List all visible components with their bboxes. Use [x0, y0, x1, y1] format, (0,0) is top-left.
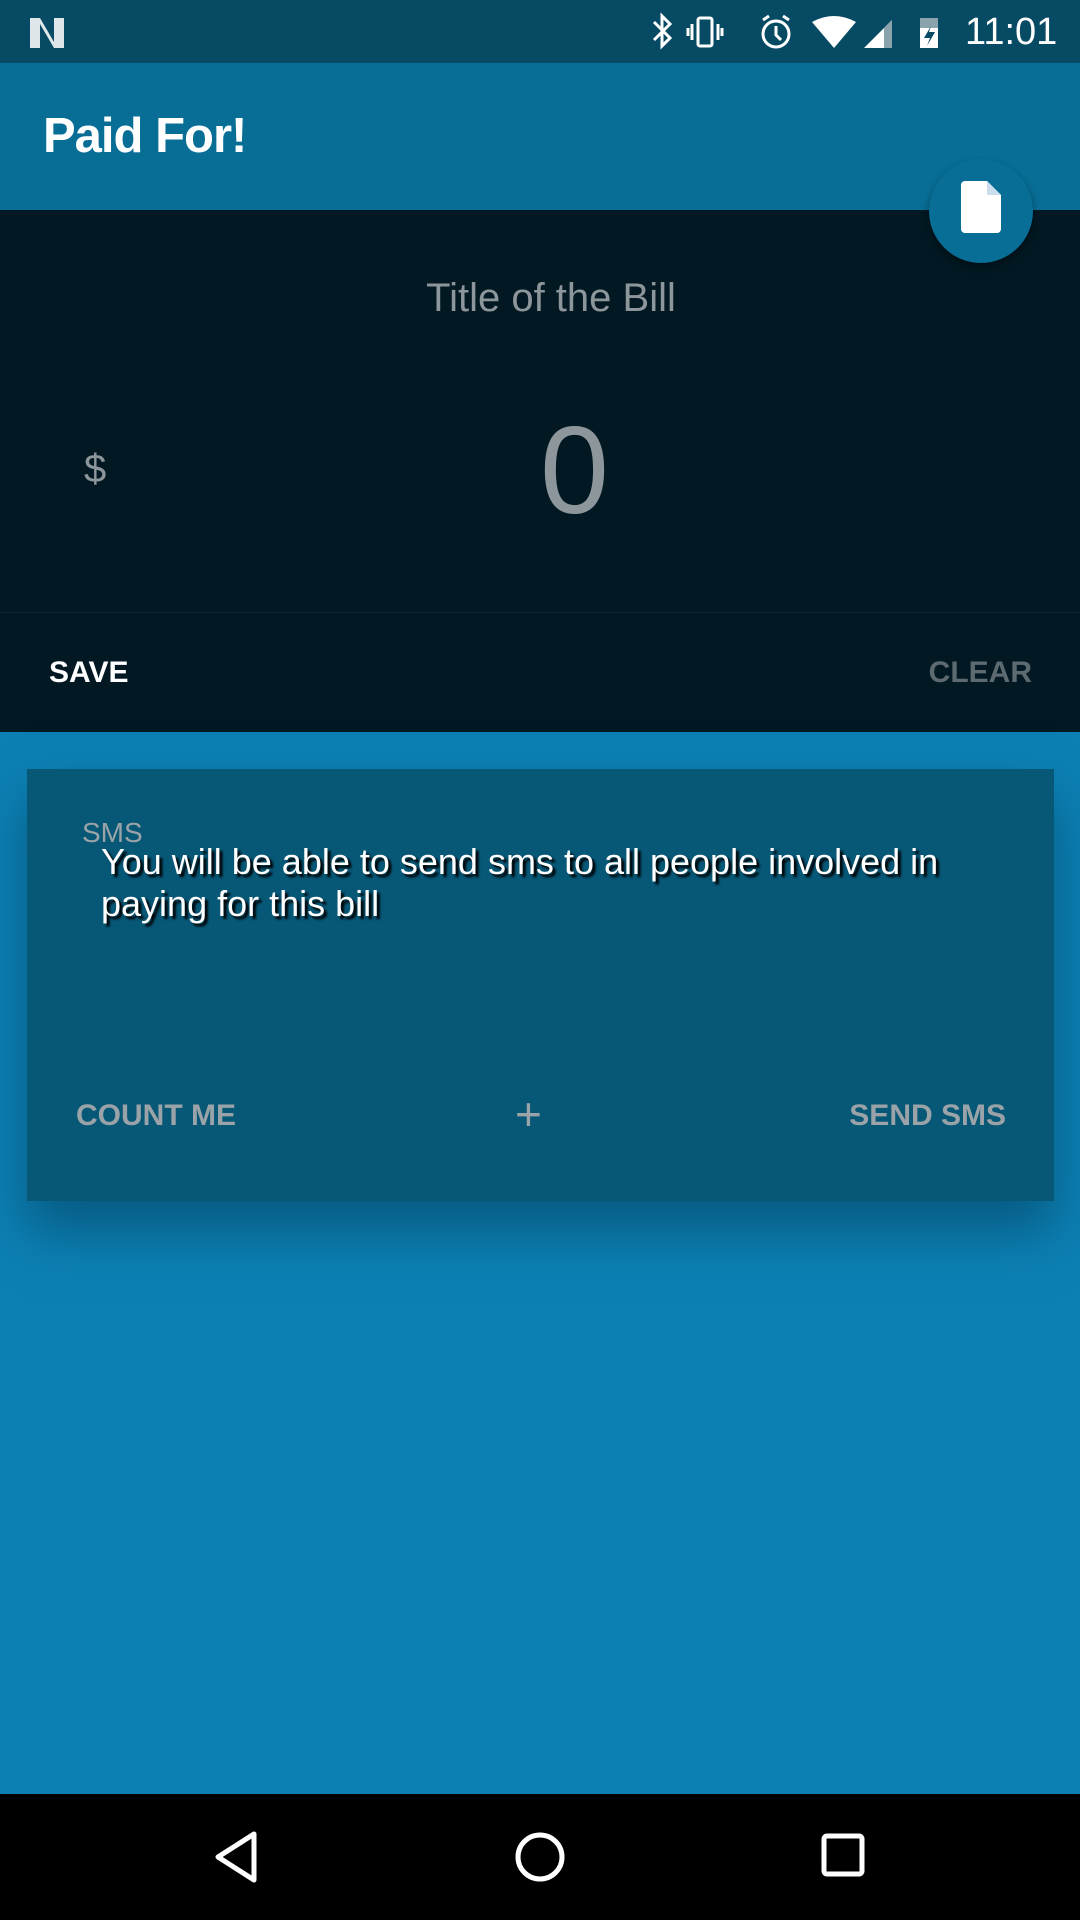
clear-button[interactable]: CLEAR — [929, 656, 1032, 690]
alarm-icon — [761, 14, 791, 49]
send-sms-button[interactable]: SEND SMS — [849, 1099, 1006, 1133]
amount-input[interactable]: 0 — [540, 400, 609, 542]
sms-message: You will be able to send sms to all peop… — [101, 841, 939, 924]
add-person-button[interactable]: + — [515, 1087, 542, 1141]
app-title: Paid For! — [43, 109, 247, 163]
bluetooth-icon — [652, 12, 673, 50]
status-bar: 11:01 — [0, 0, 1080, 63]
currency-symbol: $ — [84, 447, 107, 491]
bill-title-input[interactable]: Title of the Bill — [0, 276, 1080, 321]
count-me-button[interactable]: COUNT ME — [76, 1099, 236, 1133]
n-logo-icon — [30, 18, 64, 48]
battery-charging-icon — [920, 18, 938, 48]
sms-card: SMS You will be able to send sms to all … — [27, 769, 1054, 1201]
navigation-bar — [0, 1794, 1080, 1920]
wifi-icon — [812, 16, 856, 48]
divider — [0, 612, 1080, 613]
home-icon[interactable] — [512, 1829, 568, 1885]
document-fab-button[interactable] — [929, 159, 1033, 263]
recents-icon[interactable] — [820, 1832, 868, 1880]
save-button[interactable]: SAVE — [49, 656, 128, 690]
document-icon — [961, 181, 1001, 233]
back-icon[interactable] — [212, 1830, 262, 1884]
vibrate-icon — [686, 16, 724, 48]
clock: 11:01 — [965, 11, 1058, 53]
